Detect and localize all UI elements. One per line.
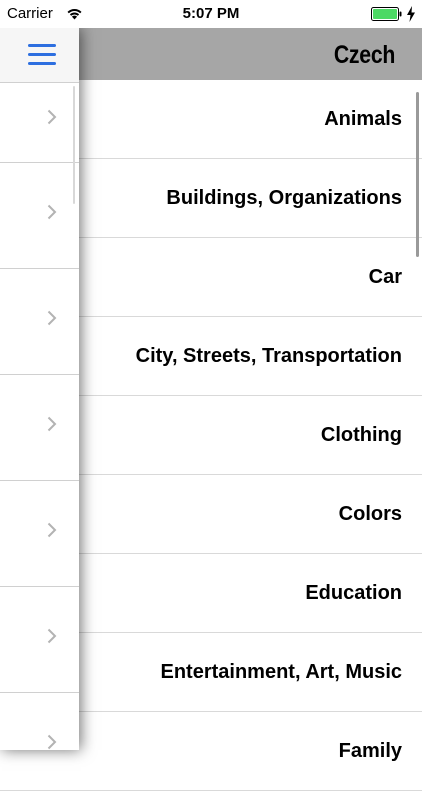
drawer-list xyxy=(0,83,79,750)
chevron-right-icon xyxy=(47,522,57,537)
drawer-header xyxy=(0,28,79,83)
category-label: City, Streets, Transportation xyxy=(135,345,402,367)
drawer-row[interactable] xyxy=(0,83,79,163)
category-label: Family xyxy=(338,740,402,762)
status-time: 5:07 PM xyxy=(182,5,240,22)
scroll-indicator[interactable] xyxy=(416,92,419,257)
category-label: Car xyxy=(368,266,402,288)
drawer-row[interactable] xyxy=(0,481,79,587)
drawer-row[interactable] xyxy=(0,587,79,693)
chevron-right-icon xyxy=(47,310,57,325)
drawer-row[interactable] xyxy=(0,163,79,269)
category-label: Entertainment, Art, Music xyxy=(160,661,402,683)
category-label: Clothing xyxy=(320,424,402,446)
side-drawer xyxy=(0,28,79,750)
category-label: Buildings, Organizations xyxy=(166,187,402,209)
chevron-right-icon xyxy=(47,109,57,124)
status-bar: Carrier 5:07 PM xyxy=(0,0,422,28)
page-title: Czech xyxy=(333,41,396,69)
category-label: Education xyxy=(305,582,402,604)
battery-icon xyxy=(371,7,402,21)
chevron-right-icon xyxy=(47,204,57,219)
chevron-right-icon xyxy=(47,416,57,431)
category-label: Colors xyxy=(338,503,402,525)
drawer-row[interactable] xyxy=(0,375,79,481)
hamburger-menu-icon[interactable] xyxy=(27,41,59,69)
charging-icon xyxy=(407,6,415,22)
drawer-row[interactable] xyxy=(0,269,79,375)
chevron-right-icon xyxy=(47,734,57,749)
drawer-row[interactable] xyxy=(0,693,79,750)
chevron-right-icon xyxy=(47,628,57,643)
drawer-scroll-indicator[interactable] xyxy=(73,86,75,204)
category-label: Animals xyxy=(324,108,402,130)
